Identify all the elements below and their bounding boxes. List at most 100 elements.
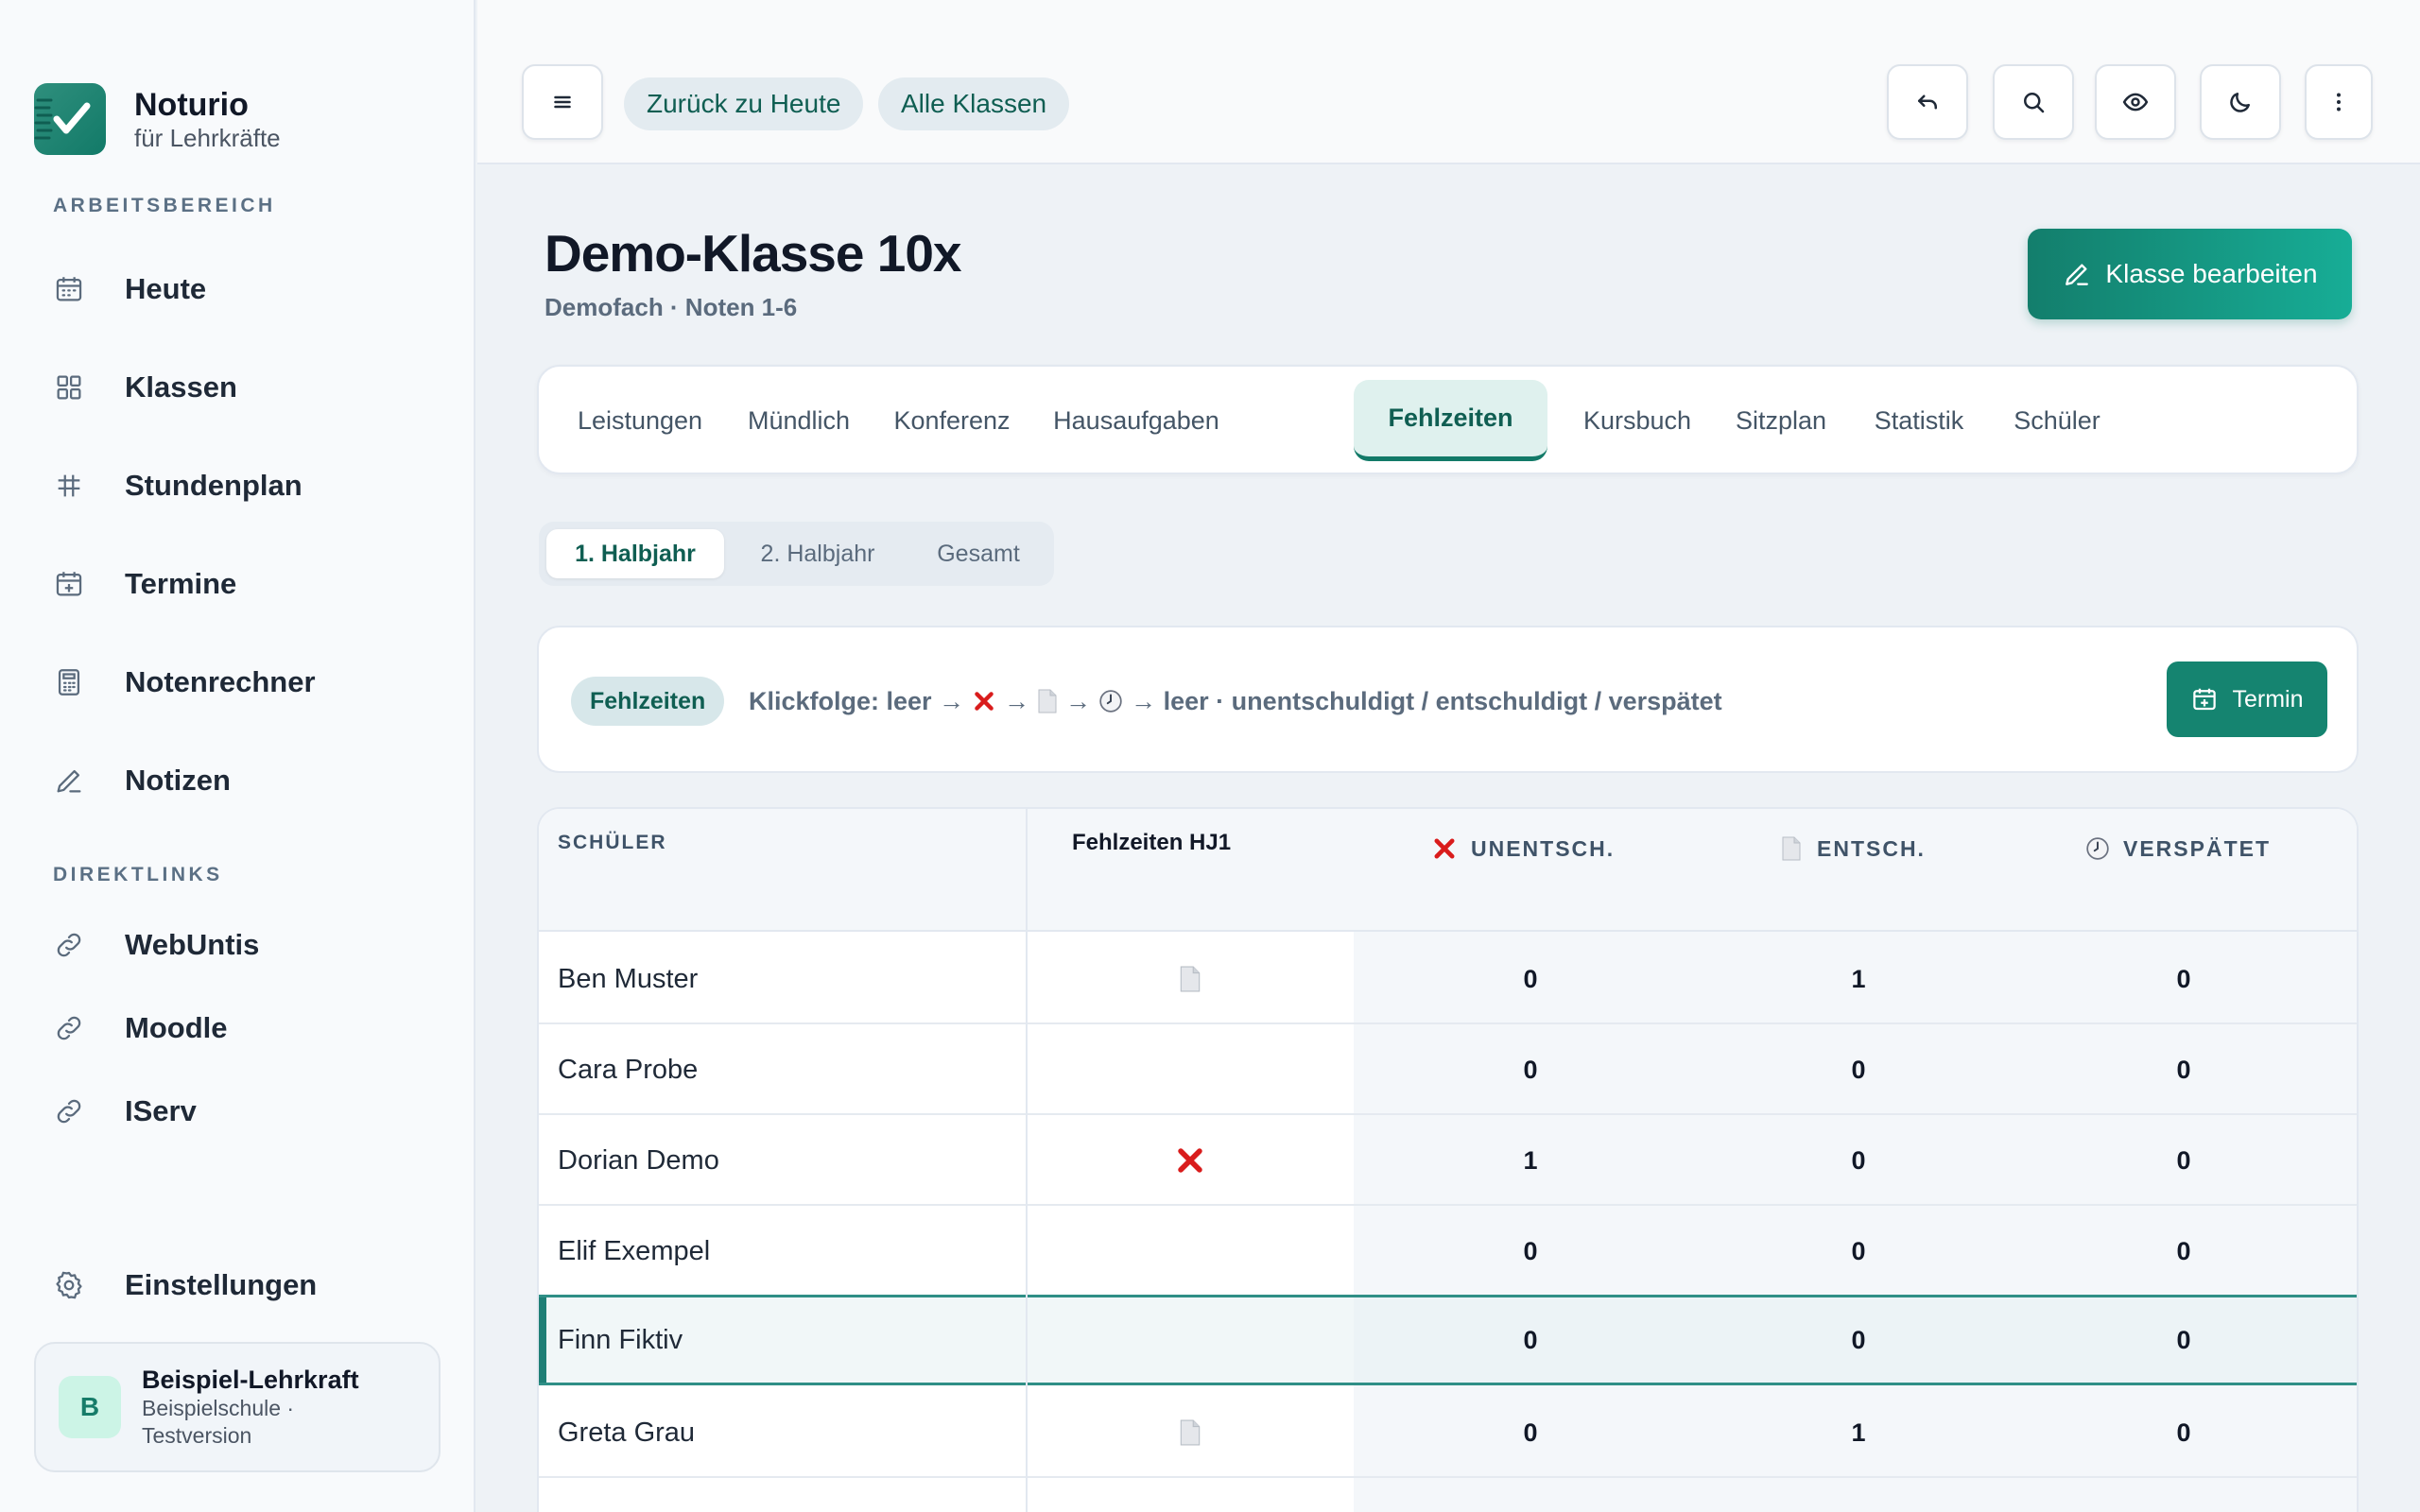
brand-subtitle: für Lehrkräfte xyxy=(134,124,281,152)
tab-statistik[interactable]: Statistik xyxy=(1862,380,1976,461)
table-row xyxy=(539,1478,2357,1512)
section-label-workspace: ARBEITSBEREICH xyxy=(53,195,276,216)
preview-button[interactable] xyxy=(2095,64,2176,140)
table-icon xyxy=(53,467,110,505)
excused-count: 0 xyxy=(1851,1325,1866,1354)
excused-count: 0 xyxy=(1851,1236,1866,1265)
termin-button[interactable]: Termin xyxy=(2167,662,2327,737)
undo-button[interactable] xyxy=(1887,64,1968,140)
settings-label: Einstellungen xyxy=(125,1268,318,1301)
excused-count: 1 xyxy=(1851,1418,1866,1447)
absence-cell[interactable] xyxy=(1027,1206,1354,1297)
excused-count: 0 xyxy=(1851,1055,1866,1084)
tab-leistungen[interactable]: Leistungen xyxy=(569,380,711,461)
unexcused-x-icon xyxy=(972,689,996,713)
calendar-plus-icon xyxy=(2193,688,2217,711)
absence-cell[interactable] xyxy=(1027,934,1354,1024)
late-count: 0 xyxy=(2176,1325,2191,1354)
sidebar-item-label: Klassen xyxy=(125,370,237,404)
sidebar-item-label: Notenrechner xyxy=(125,665,316,698)
brand[interactable]: Noturio für Lehrkräfte xyxy=(34,83,281,155)
sidebar-item-stundenplan[interactable]: Stundenplan xyxy=(53,457,450,514)
table-row: Dorian Demo 1 0 0 xyxy=(539,1115,2357,1206)
sidebar-item-klassen[interactable]: Klassen xyxy=(53,359,450,416)
sidebar-item-termine[interactable]: Termine xyxy=(53,556,450,612)
grid-icon xyxy=(53,369,110,406)
topbar: Zurück zu Heute Alle Klassen xyxy=(477,0,2420,164)
document-icon xyxy=(1782,836,1801,861)
more-button[interactable] xyxy=(2305,64,2373,140)
tab-schueler[interactable]: Schüler xyxy=(2000,380,2114,461)
column-header-unexcused: UNENTSCH. xyxy=(1431,832,1615,866)
sidebar-item-notenrechner[interactable]: Notenrechner xyxy=(53,654,450,711)
column-header-absences[interactable]: Fehlzeiten HJ1 xyxy=(1072,826,1231,860)
tab-muendlich[interactable]: Mündlich xyxy=(737,380,860,461)
tab-sitzplan[interactable]: Sitzplan xyxy=(1724,380,1838,461)
absence-cell[interactable] xyxy=(1027,1297,1354,1383)
unexcused-count: 0 xyxy=(1523,1325,1538,1354)
table-row: Elif Exempel 0 0 0 xyxy=(539,1206,2357,1297)
document-icon xyxy=(1037,689,1058,713)
absence-cell[interactable] xyxy=(1027,1024,1354,1115)
period-gesamt[interactable]: Gesamt xyxy=(909,529,1047,578)
table-row: Ben Muster 0 1 0 xyxy=(539,934,2357,1024)
tab-kursbuch[interactable]: Kursbuch xyxy=(1575,380,1700,461)
legend-card: Fehlzeiten Klickfolge: leer → → → → leer… xyxy=(537,626,2359,773)
user-card[interactable]: B Beispiel-Lehrkraft Beispielschule · Te… xyxy=(34,1342,441,1472)
back-to-today-button[interactable]: Zurück zu Heute xyxy=(624,77,864,130)
period-halbjahr-1[interactable]: 1. Halbjahr xyxy=(546,529,724,578)
absence-cell[interactable] xyxy=(1027,1387,1354,1478)
table-row: Cara Probe 0 0 0 xyxy=(539,1024,2357,1115)
edit-class-label: Klasse bearbeiten xyxy=(2105,259,2318,288)
calculator-icon xyxy=(53,663,110,701)
unexcused-x-icon xyxy=(1178,1148,1202,1173)
column-divider xyxy=(1026,809,1028,1512)
sidebar-item-notizen[interactable]: Notizen xyxy=(53,752,450,809)
sidebar-link-iserv[interactable]: IServ xyxy=(53,1083,450,1140)
link-icon xyxy=(53,1009,110,1047)
tab-konferenz[interactable]: Konferenz xyxy=(885,380,1019,461)
excused-count: 1 xyxy=(1851,964,1866,993)
search-icon xyxy=(2024,93,2045,113)
page-title: Demo-Klasse 10x xyxy=(544,224,962,283)
student-name: Cara Probe xyxy=(558,1054,699,1085)
sidebar-item-label: Notizen xyxy=(125,764,231,797)
all-classes-button[interactable]: Alle Klassen xyxy=(878,77,1070,130)
edit-class-button[interactable]: Klasse bearbeiten xyxy=(2028,229,2352,319)
menu-button[interactable] xyxy=(522,64,603,140)
column-header-late: VERSPÄTET xyxy=(2085,832,2271,866)
absence-cell[interactable] xyxy=(1027,1115,1354,1206)
column-header-unexcused-label: UNENTSCH. xyxy=(1471,835,1616,861)
legend-suffix: → leer · unentschuldigt / entschuldigt /… xyxy=(1131,686,1722,715)
brand-name: Noturio xyxy=(134,87,249,123)
table-row-selected: Finn Fiktiv 0 0 0 xyxy=(539,1295,2357,1385)
sidebar-item-label: Stundenplan xyxy=(125,469,302,502)
sidebar-item-heute[interactable]: Heute xyxy=(53,261,450,318)
click-sequence-legend: Klickfolge: leer → → → → leer · unentsch… xyxy=(749,682,1722,720)
sidebar-link-moodle[interactable]: Moodle xyxy=(53,1000,450,1057)
tab-fehlzeiten[interactable]: Fehlzeiten xyxy=(1354,380,1547,461)
period-halbjahr-2[interactable]: 2. Halbjahr xyxy=(737,529,898,578)
tab-bar: Leistungen Mündlich Konferenz Hausaufgab… xyxy=(537,365,2359,474)
table-row: Greta Grau 0 1 0 xyxy=(539,1387,2357,1478)
late-count: 0 xyxy=(2176,1418,2191,1447)
unexcused-count: 0 xyxy=(1523,1236,1538,1265)
student-name: Elif Exempel xyxy=(558,1235,711,1266)
search-button[interactable] xyxy=(1993,64,2074,140)
link-icon xyxy=(53,1092,110,1130)
sidebar-link-label: Moodle xyxy=(125,1011,228,1044)
sidebar-item-settings[interactable]: Einstellungen xyxy=(53,1257,450,1314)
sidebar-link-webuntis[interactable]: WebUntis xyxy=(53,917,450,973)
clock-icon xyxy=(2086,837,2109,860)
document-icon xyxy=(1180,1419,1201,1446)
section-label-links: DIREKTLINKS xyxy=(53,864,223,885)
pencil-icon xyxy=(2066,264,2089,285)
legend-arrow: → xyxy=(1004,686,1030,715)
dark-mode-button[interactable] xyxy=(2200,64,2281,140)
tab-hausaufgaben[interactable]: Hausaufgaben xyxy=(1044,380,1229,461)
more-vertical-icon xyxy=(2337,93,2341,112)
student-name: Finn Fiktiv xyxy=(558,1324,683,1355)
user-name: Beispiel-Lehrkraft xyxy=(142,1366,359,1394)
unexcused-count: 0 xyxy=(1523,964,1538,993)
unexcused-count: 0 xyxy=(1523,1055,1538,1084)
